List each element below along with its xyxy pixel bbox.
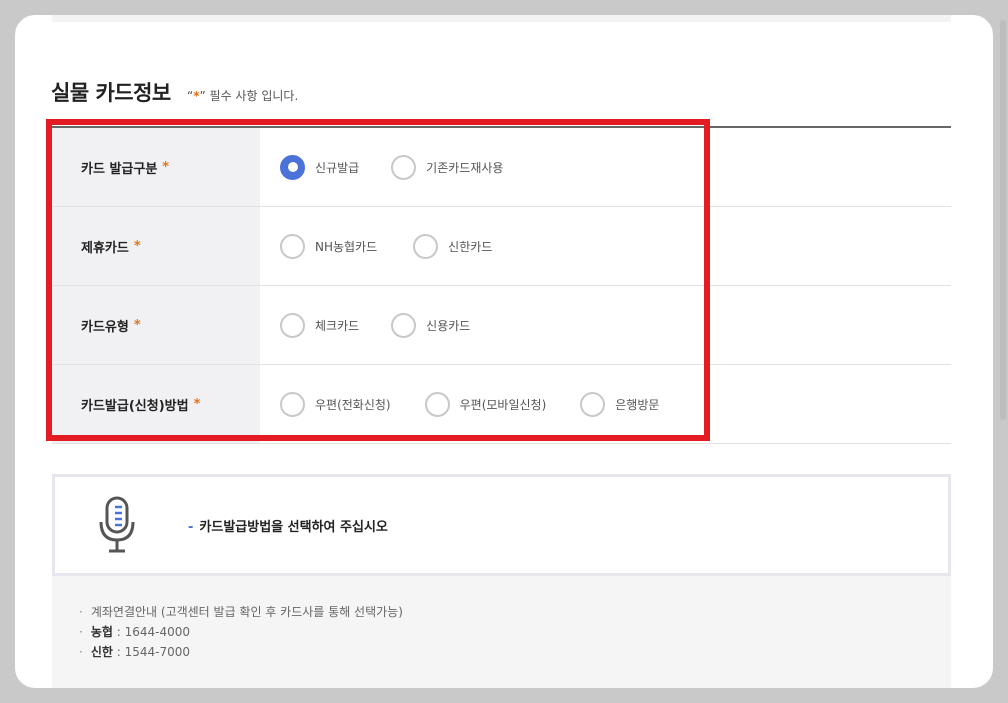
- radio-credit-card[interactable]: 신용카드: [391, 312, 471, 338]
- form-label: 카드발급(신청)방법 *: [52, 365, 260, 443]
- section-title: 실물 카드정보: [51, 81, 171, 105]
- list-item: · 신한 : 1544-7000: [79, 642, 951, 662]
- form-row-issue-method: 카드발급(신청)방법 * 우편(전화신청) 우편(모바일신청) 은행방문: [52, 365, 951, 444]
- radio-unchecked-icon[interactable]: [424, 391, 450, 417]
- radio-mail-mobile[interactable]: 우편(모바일신청): [424, 391, 547, 417]
- bullet: ·: [79, 605, 83, 619]
- radio-unchecked-icon[interactable]: [391, 154, 417, 180]
- radio-unchecked-icon[interactable]: [280, 312, 305, 338]
- radio-unchecked-icon[interactable]: [391, 312, 417, 338]
- radio-label: 은행방문: [615, 397, 660, 412]
- contact-info-list: · 계좌연결안내 (고객센터 발급 확인 후 카드사를 통해 선택가능) · 농협 …: [52, 576, 951, 688]
- scrollbar-thumb[interactable]: [1000, 20, 1006, 420]
- radio-group-issue-type: 신규발급 기존카드재사용: [260, 128, 951, 206]
- radio-check-card[interactable]: 체크카드: [280, 312, 360, 338]
- required-star-icon: *: [162, 159, 170, 175]
- radio-unchecked-icon[interactable]: [413, 233, 439, 259]
- info-text: 계좌연결안내 (고객센터 발급 확인 후 카드사를 통해 선택가능): [90, 605, 403, 619]
- info-text: : 1544-7000: [112, 645, 191, 659]
- radio-reuse-card[interactable]: 기존카드재사용: [391, 154, 504, 180]
- radio-group-issue-method: 우편(전화신청) 우편(모바일신청) 은행방문: [260, 365, 951, 443]
- required-note-text: ” 필수 사항 입니다.: [199, 89, 299, 103]
- form-label: 제휴카드 *: [52, 207, 260, 285]
- radio-group-partner-card: NH농협카드 신한카드: [260, 207, 951, 285]
- radio-label: 체크카드: [315, 318, 360, 333]
- required-star-icon: *: [193, 396, 201, 412]
- form-label-text: 카드 발급구분: [81, 161, 158, 177]
- form-row-issue-type: 카드 발급구분 * 신규발급 기존카드재사용: [52, 128, 951, 207]
- radio-label: NH농협카드: [315, 239, 378, 254]
- info-text: : 1644-4000: [112, 625, 191, 639]
- list-item: · 계좌연결안내 (고객센터 발급 확인 후 카드사를 통해 선택가능): [79, 602, 951, 622]
- radio-unchecked-icon[interactable]: [280, 233, 305, 259]
- notice-box: - 카드발급방법을 선택하여 주십시오: [52, 474, 951, 576]
- notice-text: 카드발급방법을 선택하여 주십시오: [199, 519, 388, 535]
- radio-label: 우편(모바일신청): [459, 397, 547, 412]
- radio-label: 신한카드: [448, 239, 493, 254]
- form-label-text: 카드발급(신청)방법: [81, 398, 189, 414]
- radio-shinhan-card[interactable]: 신한카드: [413, 233, 493, 259]
- radio-unchecked-icon[interactable]: [280, 391, 305, 417]
- list-item: · 농협 : 1644-4000: [79, 622, 951, 642]
- form-row-card-type: 카드유형 * 체크카드 신용카드: [52, 286, 951, 365]
- radio-label: 신규발급: [315, 160, 360, 175]
- radio-mail-phone[interactable]: 우편(전화신청): [280, 391, 391, 417]
- notice-message: - 카드발급방법을 선택하여 주십시오: [188, 516, 388, 535]
- card-form-table: 카드 발급구분 * 신규발급 기존카드재사용 제휴카드 * NH농협카드 신한카…: [52, 128, 951, 444]
- bullet: ·: [79, 645, 83, 659]
- previous-section-bottom: [52, 15, 951, 22]
- radio-new-issue[interactable]: 신규발급: [280, 154, 360, 180]
- form-label: 카드 발급구분 *: [52, 128, 260, 206]
- required-star-icon: *: [133, 317, 141, 333]
- form-label-text: 카드유형: [81, 319, 129, 335]
- form-row-partner-card: 제휴카드 * NH농협카드 신한카드: [52, 207, 951, 286]
- radio-label: 우편(전화신청): [315, 397, 391, 412]
- card-info-panel: 실물 카드정보 “*” 필수 사항 입니다. 카드 발급구분 * 신규발급 기존…: [15, 15, 993, 688]
- radio-checked-icon[interactable]: [280, 154, 305, 180]
- required-note: “*” 필수 사항 입니다.: [187, 87, 298, 104]
- info-bold: 농협: [90, 625, 113, 639]
- radio-bank-visit[interactable]: 은행방문: [580, 391, 660, 417]
- form-label-text: 제휴카드: [81, 240, 129, 256]
- microphone-icon: [99, 496, 135, 553]
- required-star-icon: *: [133, 238, 141, 254]
- radio-label: 신용카드: [426, 318, 471, 333]
- radio-unchecked-icon[interactable]: [580, 391, 606, 417]
- radio-group-card-type: 체크카드 신용카드: [260, 286, 951, 364]
- form-label: 카드유형 *: [52, 286, 260, 364]
- info-bold: 신한: [90, 645, 113, 659]
- notice-dash: -: [188, 519, 194, 535]
- radio-nh-card[interactable]: NH농협카드: [280, 233, 378, 259]
- radio-label: 기존카드재사용: [426, 160, 504, 175]
- bullet: ·: [79, 625, 83, 639]
